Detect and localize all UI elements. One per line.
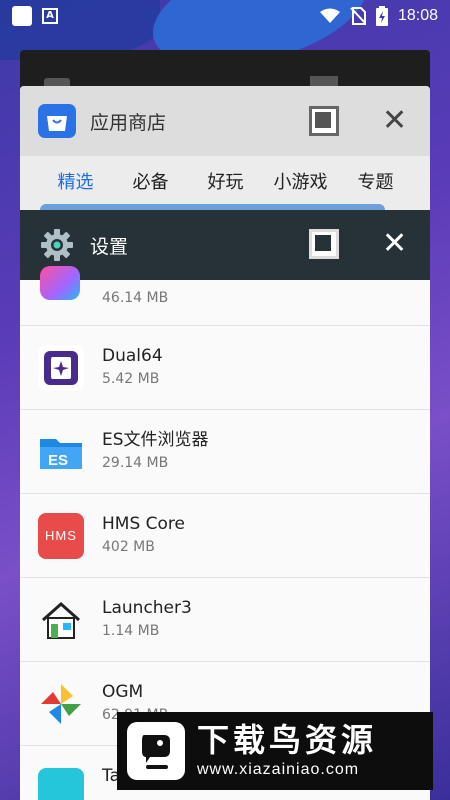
app-size: 46.14 MB <box>102 290 169 306</box>
watermark-banner: 下载鸟资源 www.xiazainiao.com <box>117 712 433 790</box>
app-size: 402 MB <box>102 539 155 555</box>
list-item[interactable]: HMS HMS Core 402 MB <box>20 494 430 578</box>
tab-featured[interactable]: 精选 <box>38 168 113 194</box>
dual64-icon <box>38 344 84 391</box>
es-file-explorer-icon: ES <box>38 429 84 475</box>
clock: 18:08 <box>397 7 438 24</box>
split-screen-button[interactable] <box>309 229 339 259</box>
split-screen-button[interactable] <box>309 106 339 136</box>
close-button[interactable]: ✕ <box>382 229 407 259</box>
app-name: HMS Core <box>102 514 185 534</box>
app-name: OGM <box>102 682 144 702</box>
gear-icon <box>41 229 73 261</box>
app-store-tabs: 精选 必备 好玩 小游戏 专题 <box>20 156 430 206</box>
app-name: Dual64 <box>102 346 163 366</box>
hms-core-icon: HMS <box>38 512 84 559</box>
tab-fun[interactable]: 好玩 <box>188 168 263 194</box>
list-item[interactable]: Dual64 5.42 MB <box>20 326 430 410</box>
a-notification-icon: A <box>42 8 58 24</box>
colorful-app-icon <box>40 266 80 300</box>
app-size: 5.42 MB <box>102 371 160 387</box>
wifi-icon <box>319 8 340 23</box>
card-title: 设置 <box>90 235 129 258</box>
tab-mini-games[interactable]: 小游戏 <box>263 168 338 194</box>
list-item[interactable]: 46.14 MB <box>20 266 430 326</box>
app-size: 1.14 MB <box>102 623 160 639</box>
notification-square-icon <box>12 6 32 26</box>
watermark-title: 下载鸟资源 <box>197 721 378 759</box>
bird-logo-icon <box>127 722 185 780</box>
launcher-house-icon <box>38 597 84 643</box>
watermark-url: www.xiazainiao.com <box>197 761 360 778</box>
card-header: 设置 <box>20 210 430 280</box>
no-sim-icon <box>350 7 366 25</box>
battery-charging-icon <box>375 6 388 26</box>
status-bar: A 18:08 <box>0 0 450 32</box>
list-item[interactable]: Launcher3 1.14 MB <box>20 578 430 662</box>
teal-app-icon <box>38 768 84 800</box>
pinwheel-icon <box>38 681 84 727</box>
app-name: Launcher3 <box>102 598 192 618</box>
tab-essentials[interactable]: 必备 <box>113 168 188 194</box>
app-name: ES文件浏览器 <box>102 430 209 450</box>
shopping-bag-icon <box>38 104 76 138</box>
svg-text:ES: ES <box>48 452 68 469</box>
app-size: 29.14 MB <box>102 455 169 471</box>
recent-card-app-store[interactable]: 应用商店 ✕ 精选 必备 好玩 小游戏 专题 <box>20 86 430 226</box>
close-button[interactable]: ✕ <box>382 106 407 136</box>
list-item[interactable]: ES ES文件浏览器 29.14 MB <box>20 410 430 494</box>
card-title: 应用商店 <box>90 111 167 134</box>
card-header: 应用商店 <box>20 86 430 156</box>
tab-topics[interactable]: 专题 <box>338 168 413 194</box>
